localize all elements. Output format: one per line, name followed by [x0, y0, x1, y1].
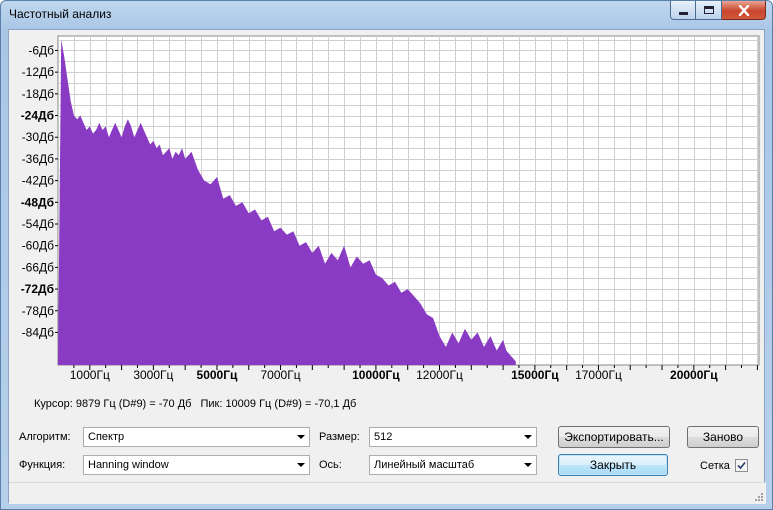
y-tick-label: -72Дб [21, 282, 54, 296]
cursor-readout: Курсор: 9879 Гц (D#9) = -70 Дб [34, 398, 192, 410]
spectrum-chart[interactable]: -6Дб -12Дб -18Дб -24Дб -30Дб -36Дб -42Дб -48Дб -… [9, 30, 766, 392]
maximize-icon [703, 6, 714, 14]
chevron-down-icon [524, 463, 532, 467]
title-bar[interactable]: Частотный анализ [1, 1, 772, 29]
maximize-button[interactable] [696, 1, 722, 20]
spectrum-plot-area[interactable]: -6Дб -12Дб -18Дб -24Дб -30Дб -36Дб -42Дб -48Дб -… [9, 30, 766, 420]
export-button[interactable]: Экспортировать... [558, 426, 670, 448]
y-tick-label: -60Дб [22, 239, 54, 253]
window-controls [670, 1, 766, 20]
status-readout: Курсор: 9879 Гц (D#9) = -70 Дб Пик: 1000… [34, 398, 356, 410]
dialog-client: -6Дб -12Дб -18Дб -24Дб -30Дб -36Дб -42Дб -48Дб -… [8, 29, 766, 504]
y-tick-label: -30Дб [22, 130, 54, 144]
y-tick-label: -36Дб [22, 152, 54, 166]
status-bar [9, 482, 766, 504]
window-title: Частотный анализ [9, 7, 112, 21]
peak-readout: Пик: 10009 Гц (D#9) = -70,1 Дб [200, 398, 357, 410]
y-tick-label: -66Дб [22, 260, 54, 274]
chevron-down-icon [297, 435, 305, 439]
chevron-down-icon [524, 435, 532, 439]
y-tick-label: -48Дб [21, 195, 54, 209]
resize-grip-icon[interactable] [754, 492, 764, 502]
y-tick-label: -84Дб [22, 325, 54, 339]
checkmark-icon [737, 461, 746, 470]
minimize-icon [678, 12, 688, 15]
axis-value: Линейный масштаб [374, 459, 475, 471]
axis-label: Ось: [319, 459, 342, 471]
y-tick-label: -6Дб [28, 43, 54, 57]
y-tick-label: -24Дб [21, 109, 54, 123]
function-select[interactable]: Hanning window [83, 455, 310, 475]
size-select[interactable]: 512 [369, 427, 537, 447]
y-tick-label: -12Дб [22, 65, 54, 79]
algorithm-select[interactable]: Спектр [83, 427, 310, 447]
grid-label: Сетка [700, 460, 730, 472]
x-tick-label: 10000Гц [352, 368, 400, 382]
close-window-button[interactable] [722, 1, 766, 20]
chevron-down-icon [297, 463, 305, 467]
y-tick-label: -78Дб [22, 304, 54, 318]
function-value: Hanning window [88, 459, 169, 471]
minimize-button[interactable] [670, 1, 696, 20]
x-tick-label: 12000Гц [416, 368, 463, 382]
size-value: 512 [374, 431, 393, 443]
algorithm-label: Алгоритм: [19, 431, 71, 443]
redo-button[interactable]: Заново [687, 426, 759, 448]
size-label: Размер: [319, 431, 360, 443]
algorithm-value: Спектр [88, 431, 125, 443]
function-label: Функция: [19, 459, 66, 471]
x-tick-label: 7000Гц [261, 368, 301, 382]
frequency-analysis-window: Частотный анализ -6Дб -12Дб -18Дб -24Дб -30Д… [0, 0, 773, 510]
axis-select[interactable]: Линейный масштаб [369, 455, 537, 475]
close-button[interactable]: Закрыть [558, 454, 668, 476]
x-tick-label: 15000Гц [511, 368, 559, 382]
x-tick-label: 3000Гц [133, 368, 173, 382]
x-tick-label: 5000Гц [197, 368, 238, 382]
y-tick-label: -18Дб [22, 87, 54, 101]
y-tick-label: -54Дб [22, 217, 54, 231]
grid-checkbox[interactable] [735, 459, 748, 472]
x-tick-label: 1000Гц [70, 368, 110, 382]
x-tick-label: 20000Гц [670, 368, 718, 382]
y-tick-label: -42Дб [22, 174, 54, 188]
x-tick-label: 17000Гц [575, 368, 622, 382]
close-icon [738, 4, 749, 16]
